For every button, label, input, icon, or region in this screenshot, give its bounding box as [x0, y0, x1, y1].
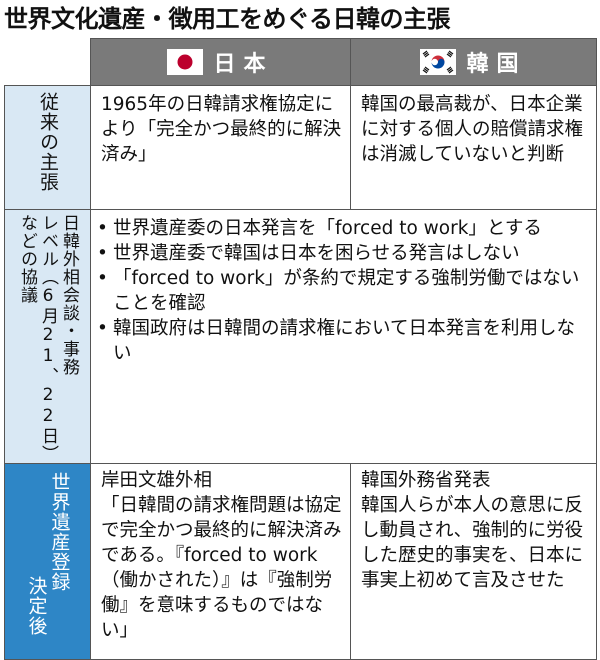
- row1-korea-text: 韓国の最高裁が、日本企業に対する個人の賠償請求権は消滅していないと判断: [361, 94, 584, 165]
- header-korea: 韓国: [350, 38, 597, 86]
- row2-bullet-list: 世界遺産委の日本発言を「forced to work」とする 世界遺産委で韓国は…: [91, 210, 596, 370]
- row1-label: 従来の主張: [37, 92, 59, 192]
- row3-japan-title: 岸田文雄外相: [101, 470, 213, 491]
- corner-cell: [4, 38, 91, 86]
- page: 世界文化遺産・徴用工をめぐる日韓の主張 日本 韓国 従来の主張 1965年の日韓…: [0, 0, 600, 660]
- list-item: 「forced to work」が条約で規定する強制労働ではないことを確認: [97, 266, 590, 316]
- row3-label-b: 決定後: [25, 576, 48, 636]
- page-title: 世界文化遺産・徴用工をめぐる日韓の主張: [4, 5, 451, 33]
- comparison-table: 日本 韓国 従来の主張 1965年の日韓請求権協定により「完全かつ最終的に解決済…: [4, 38, 597, 660]
- row3-japan-cell: 岸田文雄外相 「日韓間の請求権問題は協定で完全かつ最終的に解決済みである。『fo…: [90, 463, 351, 660]
- korea-flag-icon: [420, 49, 457, 75]
- list-item: 世界遺産委の日本発言を「forced to work」とする: [97, 216, 590, 241]
- row3-korea-title: 韓国外務省発表: [361, 470, 491, 491]
- header-row: 日本 韓国: [4, 38, 597, 86]
- row3-label-cell: 世界遺産登録 決定後: [4, 463, 91, 660]
- row-talks: 日韓外相会談・事務 レベル（6月21、22日） などの協議 世界遺産委の日本発言…: [4, 209, 597, 464]
- row-previous-claims: 従来の主張 1965年の日韓請求権協定により「完全かつ最終的に解決済み」 韓国の…: [4, 85, 597, 210]
- row3-korea-block: 韓国外務省発表 韓国人らが本人の意思に反し動員され、強制的に労役した歴史的事実を…: [351, 464, 596, 597]
- row2-label-cell: 日韓外相会談・事務 レベル（6月21、22日） などの協議: [4, 209, 91, 464]
- row2-content-cell: 世界遺産委の日本発言を「forced to work」とする 世界遺産委で韓国は…: [90, 209, 597, 464]
- row2-label-b: レベル（6月21、22日）: [38, 214, 58, 463]
- header-korea-label: 韓国: [466, 52, 527, 77]
- row3-korea-text: 韓国人らが本人の意思に反し動員され、強制的に労役した歴史的事実を、日本に事実上初…: [361, 495, 584, 591]
- row3-japan-block: 岸田文雄外相 「日韓間の請求権問題は協定で完全かつ最終的に解決済みである。『fo…: [91, 464, 350, 647]
- header-japan-label: 日本: [213, 52, 274, 77]
- row1-japan-cell: 1965年の日韓請求権協定により「完全かつ最終的に解決済み」: [90, 85, 351, 210]
- row1-korea-cell: 韓国の最高裁が、日本企業に対する個人の賠償請求権は消滅していないと判断: [350, 85, 597, 210]
- row3-korea-cell: 韓国外務省発表 韓国人らが本人の意思に反し動員され、強制的に労役した歴史的事実を…: [350, 463, 597, 660]
- row3-label-a: 世界遺産登録: [48, 472, 71, 592]
- row2-label-c: 日韓外相会談・事務: [59, 214, 79, 376]
- japan-flag-icon: [167, 49, 204, 75]
- header-japan: 日本: [90, 38, 351, 86]
- row-after-decision: 世界遺産登録 決定後 岸田文雄外相 「日韓間の請求権問題は協定で完全かつ最終的に…: [4, 463, 597, 660]
- row3-japan-text: 「日韓間の請求権問題は協定で完全かつ最終的に解決済みである。『forced to…: [101, 495, 342, 641]
- list-item: 世界遺産委で韓国は日本を困らせる発言はしない: [97, 241, 590, 266]
- list-item: 韓国政府は日韓間の請求権において日本発言を利用しない: [97, 316, 590, 366]
- row1-label-cell: 従来の主張: [4, 85, 91, 210]
- row1-japan-text: 1965年の日韓請求権協定により「完全かつ最終的に解決済み」: [101, 94, 342, 165]
- row2-label-a: などの協議: [17, 214, 37, 304]
